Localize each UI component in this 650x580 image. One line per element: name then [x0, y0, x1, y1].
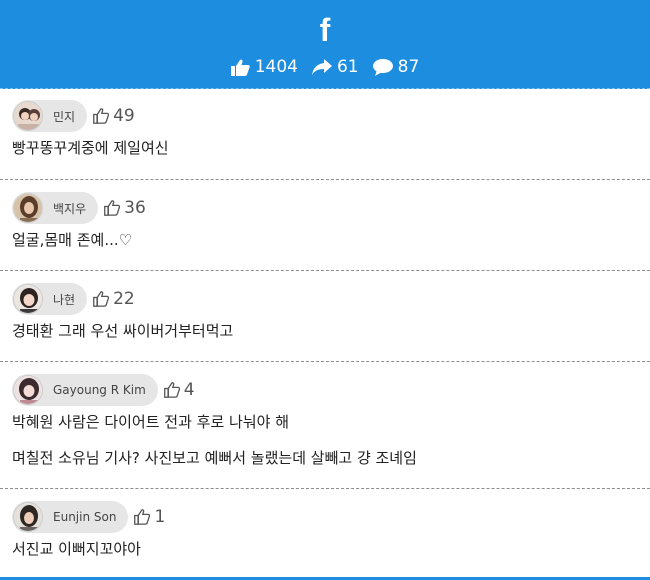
facebook-stats-header: f 1404 61 87	[0, 0, 650, 89]
facebook-logo-icon: f	[319, 12, 331, 48]
like-count-value: 1404	[254, 57, 298, 77]
author-name: Eunjin Son	[53, 510, 117, 524]
share-count[interactable]: 61	[311, 57, 359, 77]
comment-author-row: Gayoung R Kim 4	[12, 373, 638, 407]
avatar	[13, 375, 43, 405]
comment-item: Eunjin Son 1 서진교 이뻐지꼬야아	[0, 489, 650, 578]
thumbs-up-outline-icon	[104, 200, 121, 216]
comment-item: 나현 22 경태환 그래 우선 싸이버거부터먹고	[0, 271, 650, 362]
speech-bubble-icon	[372, 58, 393, 76]
comment-like-count: 4	[183, 380, 195, 400]
comment-likes[interactable]: 1	[134, 507, 165, 527]
author-name: 나현	[53, 292, 76, 307]
comment-like-count: 36	[124, 198, 146, 218]
person-photo-icon	[14, 376, 42, 404]
comment-likes[interactable]: 36	[104, 198, 146, 218]
comment-like-count: 49	[113, 106, 135, 126]
thumbs-up-icon	[230, 59, 250, 76]
comment-text: 빵꾸똥꾸계중에 제일여신	[12, 139, 169, 157]
avatar	[13, 502, 43, 532]
comment-text: 경태환 그래 우선 싸이버거부터먹고	[12, 322, 234, 340]
author-chip[interactable]: Eunjin Son	[12, 501, 129, 533]
comment-item: Gayoung R Kim 4 박혜원 사람은 다이어트 전과 후로 나눠야 해…	[0, 362, 650, 489]
comment-text: 박혜원 사람은 다이어트 전과 후로 나눠야 해	[12, 413, 290, 431]
comment-author-row: 민지 49	[12, 99, 638, 133]
thumbs-up-outline-icon	[93, 108, 110, 124]
person-photo-icon	[14, 503, 42, 531]
comment-author-row: 백지우 36	[12, 191, 638, 225]
author-chip[interactable]: Gayoung R Kim	[12, 374, 158, 406]
comment-author-row: Eunjin Son 1	[12, 500, 638, 534]
author-name: 민지	[53, 109, 76, 124]
avatar	[13, 193, 43, 223]
author-name: Gayoung R Kim	[53, 383, 146, 397]
comment-count-value: 87	[397, 57, 420, 77]
share-arrow-icon	[311, 59, 332, 75]
comment-item: 백지우 36 얼굴,몸매 존예...♡	[0, 180, 650, 271]
comment-count[interactable]: 87	[372, 57, 420, 77]
thumbs-up-outline-icon	[163, 382, 180, 398]
comment-text: 며칠전 소유님 기사? 사진보고 예뻐서 놀랬는데 살빼고 걍 조녜임	[12, 449, 417, 467]
person-photo-icon	[14, 194, 42, 222]
comment-text: 서진교 이뻐지꼬야아	[12, 540, 141, 558]
comment-like-count: 1	[154, 507, 166, 527]
author-chip[interactable]: 민지	[12, 100, 88, 132]
person-photo-icon	[14, 285, 42, 313]
comment-likes[interactable]: 49	[93, 106, 135, 126]
share-count-value: 61	[336, 57, 359, 77]
comment-like-count: 22	[113, 289, 135, 309]
comment-author-row: 나현 22	[12, 282, 638, 316]
author-chip[interactable]: 백지우	[12, 192, 99, 224]
like-count[interactable]: 1404	[230, 57, 298, 77]
author-name: 백지우	[53, 201, 87, 216]
thumbs-up-outline-icon	[93, 291, 110, 307]
comment-likes[interactable]: 4	[163, 380, 195, 400]
person-photo-icon	[14, 102, 42, 130]
comment-item: 민지 49 빵꾸똥꾸계중에 제일여신	[0, 89, 650, 180]
avatar	[13, 101, 43, 131]
comment-likes[interactable]: 22	[93, 289, 135, 309]
comment-text: 얼굴,몸매 존예...♡	[12, 231, 133, 249]
thumbs-up-outline-icon	[134, 509, 151, 525]
post-stats: 1404 61 87	[224, 57, 427, 77]
avatar	[13, 284, 43, 314]
author-chip[interactable]: 나현	[12, 283, 88, 315]
